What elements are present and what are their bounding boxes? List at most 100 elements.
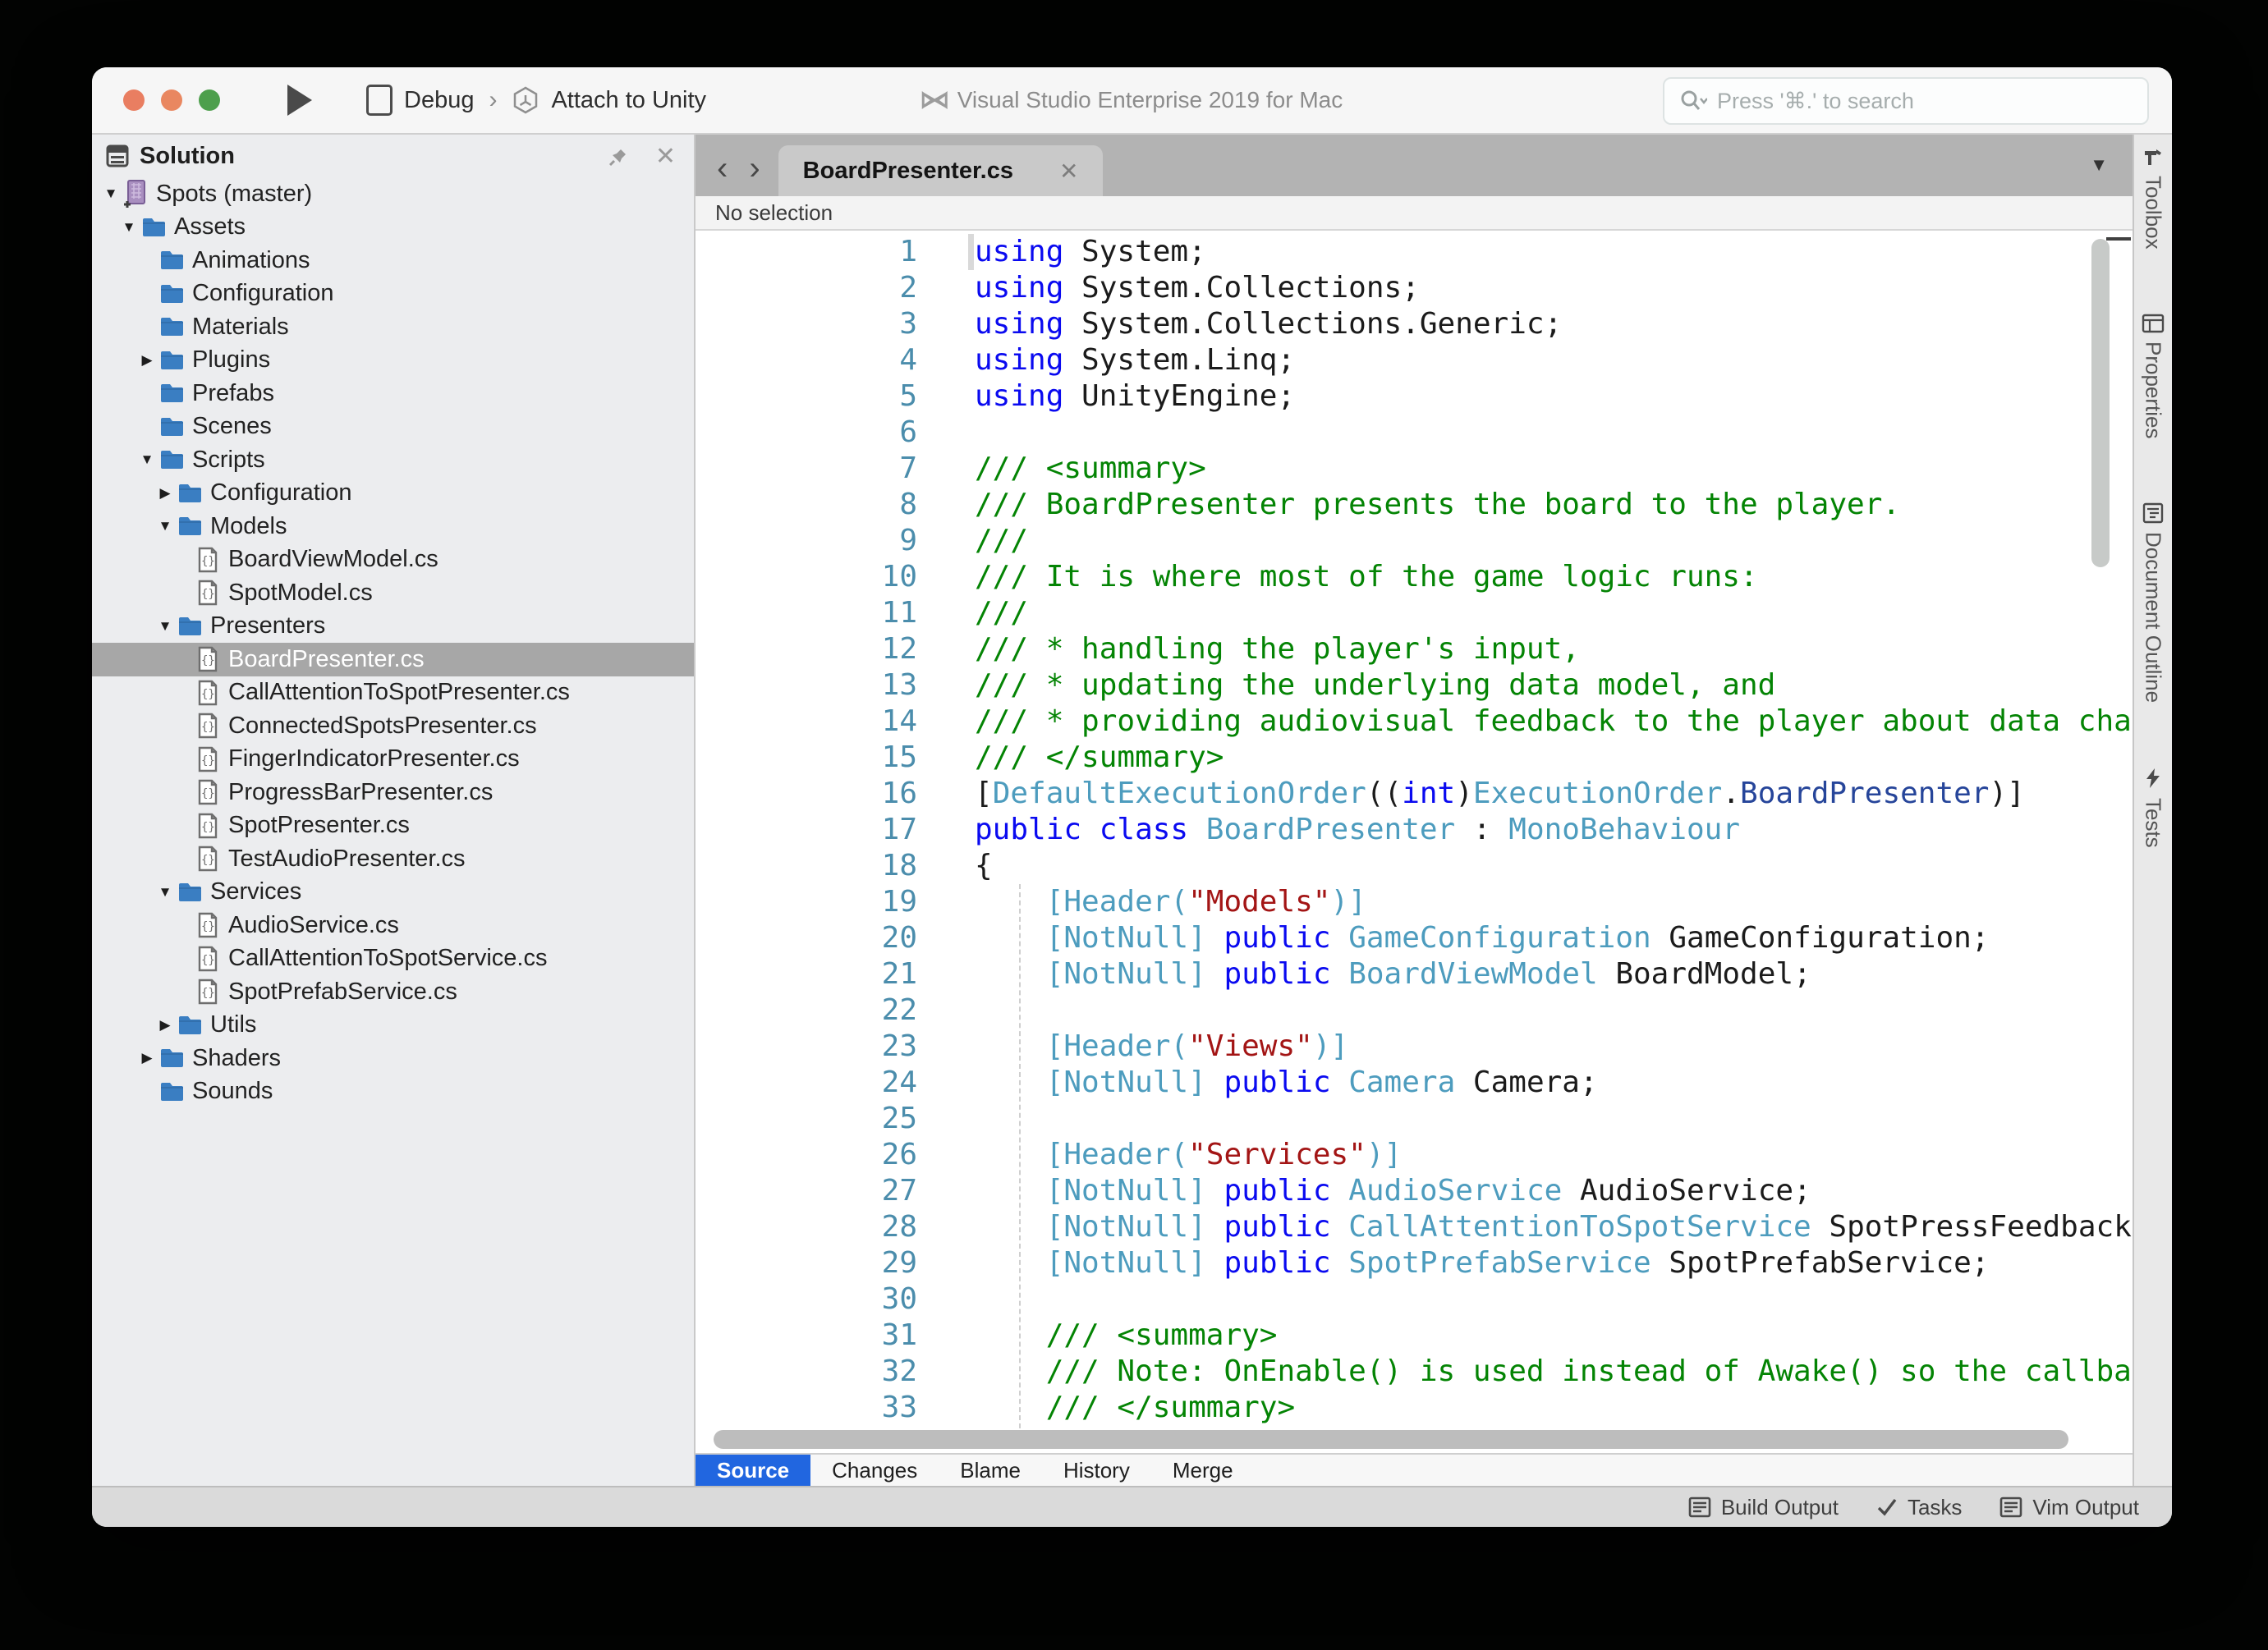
code-line[interactable]: 10/// It is where most of the game logic… [696,559,2133,595]
code-line[interactable]: 23 [Header("Views")] [696,1029,2133,1065]
code-line[interactable]: 17public class BoardPresenter : MonoBeha… [696,812,2133,848]
code-line[interactable]: 3using System.Collections.Generic; [696,306,2133,342]
disclosure-triangle-icon[interactable]: ▼ [136,451,158,468]
code-line[interactable]: 16[DefaultExecutionOrder((int)ExecutionO… [696,776,2133,812]
code-line[interactable]: 5using UnityEngine; [696,378,2133,415]
run-button[interactable] [287,85,312,116]
tree-item-folder[interactable]: Scenes [92,410,694,444]
tree-item-folder[interactable]: ▶Plugins [92,344,694,378]
code-line[interactable]: 1using System; [696,234,2133,270]
tab-merge[interactable]: Merge [1151,1455,1255,1486]
tab-blame[interactable]: Blame [939,1455,1042,1486]
code-line[interactable]: 27 [NotNull] public AudioService AudioSe… [696,1173,2133,1209]
dock-item-toolbox[interactable]: Toolbox [2141,146,2166,250]
tree-item-folder[interactable]: ▼Presenters [92,610,694,644]
disclosure-triangle-icon[interactable]: ▶ [136,352,158,369]
tree-item-folder[interactable]: ▼Spots (master) [92,177,694,211]
code-editor[interactable]: 1using System;2using System.Collections;… [696,231,2133,1428]
code-line[interactable]: 12/// * handling the player's input, [696,631,2133,667]
tree-item-file[interactable]: {}CallAttentionToSpotPresenter.cs [92,676,694,710]
disclosure-triangle-icon[interactable]: ▼ [154,518,176,534]
tree-item-file[interactable]: {}ProgressBarPresenter.cs [92,776,694,809]
close-tab-icon[interactable]: ✕ [1059,158,1078,185]
code-line[interactable]: 14/// * providing audiovisual feedback t… [696,704,2133,740]
run-configuration-selector[interactable]: Debug [404,87,474,114]
navigate-forward-icon[interactable]: › [749,152,760,185]
status-item-tasks[interactable]: Tasks [1876,1495,1962,1520]
vertical-scrollbar[interactable] [2091,239,2110,567]
zoom-window-button[interactable] [199,89,220,111]
code-line[interactable]: 31 /// <summary> [696,1318,2133,1354]
search-input[interactable]: Press '⌘.' to search [1663,77,2149,125]
disclosure-triangle-icon[interactable]: ▶ [136,1050,158,1066]
tree-item-file[interactable]: {}SpotPresenter.cs [92,809,694,843]
code-line[interactable]: 28 [NotNull] public CallAttentionToSpotS… [696,1209,2133,1245]
status-item-build-output[interactable]: Build Output [1688,1495,1839,1520]
code-line[interactable]: 33 /// </summary> [696,1390,2133,1426]
tree-item-file[interactable]: {}BoardPresenter.cs [92,643,694,676]
code-line[interactable]: 9/// [696,523,2133,559]
code-line[interactable]: 8/// BoardPresenter presents the board t… [696,487,2133,523]
dock-item-document-outline[interactable]: Document Outline [2141,502,2166,703]
disclosure-triangle-icon[interactable]: ▶ [154,485,176,502]
code-line[interactable]: 4using System.Linq; [696,342,2133,378]
status-item-vim-output[interactable]: Vim Output [1999,1495,2139,1520]
tree-item-file[interactable]: {}SpotPrefabService.cs [92,975,694,1009]
tree-item-folder[interactable]: ▶Utils [92,1009,694,1043]
close-pad-icon[interactable]: ✕ [655,142,676,171]
tree-item-folder[interactable]: Materials [92,310,694,344]
minimize-window-button[interactable] [161,89,182,111]
code-line[interactable]: 30 [696,1281,2133,1318]
editor-tab[interactable]: BoardPresenter.cs ✕ [778,145,1104,196]
tree-item-folder[interactable]: Sounds [92,1075,694,1109]
tree-item-folder[interactable]: ▼Scripts [92,443,694,477]
disclosure-triangle-icon[interactable]: ▼ [154,884,176,901]
code-line[interactable]: 29 [NotNull] public SpotPrefabService Sp… [696,1245,2133,1281]
code-line[interactable]: 6 [696,415,2133,451]
code-line[interactable]: 2using System.Collections; [696,270,2133,306]
horizontal-scrollbar[interactable] [714,1430,2068,1449]
code-line[interactable]: 20 [NotNull] public GameConfiguration Ga… [696,920,2133,956]
tab-history[interactable]: History [1042,1455,1151,1486]
tree-item-folder[interactable]: Animations [92,244,694,277]
tab-list-dropdown-icon[interactable]: ▼ [2090,154,2108,176]
tree-item-file[interactable]: {}TestAudioPresenter.cs [92,842,694,876]
code-line[interactable]: 19 [Header("Models")] [696,884,2133,920]
tree-item-folder[interactable]: Prefabs [92,377,694,410]
code-line[interactable]: 24 [NotNull] public Camera Camera; [696,1065,2133,1101]
tree-item-file[interactable]: {}CallAttentionToSpotService.cs [92,942,694,976]
run-target-selector[interactable]: Attach to Unity [551,87,706,114]
disclosure-triangle-icon[interactable]: ▶ [154,1017,176,1034]
tree-item-file[interactable]: {}SpotModel.cs [92,576,694,610]
tree-item-file[interactable]: {}AudioService.cs [92,909,694,942]
navigate-back-icon[interactable]: ‹ [717,152,728,185]
code-line[interactable]: 21 [NotNull] public BoardViewModel Board… [696,956,2133,992]
code-line[interactable]: 7/// <summary> [696,451,2133,487]
code-line[interactable]: 18{ [696,848,2133,884]
disclosure-triangle-icon[interactable]: ▼ [118,219,140,236]
disclosure-triangle-icon[interactable]: ▼ [154,618,176,635]
code-line[interactable]: 32 /// Note: OnEnable() is used instead … [696,1354,2133,1390]
code-line[interactable]: 11/// [696,595,2133,631]
tab-changes[interactable]: Changes [810,1455,939,1486]
code-line[interactable]: 13/// * updating the underlying data mod… [696,667,2133,704]
code-line[interactable]: 26 [Header("Services")] [696,1137,2133,1173]
tree-item-folder[interactable]: ▼Models [92,510,694,543]
tree-item-folder[interactable]: ▶Shaders [92,1042,694,1075]
tree-item-file[interactable]: {}ConnectedSpotsPresenter.cs [92,709,694,743]
tree-item-folder[interactable]: ▶Configuration [92,477,694,511]
tree-item-folder[interactable]: ▼Services [92,876,694,910]
tree-item-folder[interactable]: Configuration [92,277,694,311]
dock-item-tests[interactable]: Tests [2141,767,2166,848]
close-window-button[interactable] [123,89,145,111]
pin-pad-icon[interactable] [608,144,631,167]
tab-source[interactable]: Source [696,1455,810,1486]
tree-item-file[interactable]: {}FingerIndicatorPresenter.cs [92,743,694,777]
code-line[interactable]: 25 [696,1101,2133,1137]
dock-item-properties[interactable]: Properties [2141,314,2166,439]
code-line[interactable]: 22 [696,992,2133,1029]
code-line[interactable]: 15/// </summary> [696,740,2133,776]
tree-item-file[interactable]: {}BoardViewModel.cs [92,543,694,577]
tree-item-folder[interactable]: ▼Assets [92,211,694,245]
disclosure-triangle-icon[interactable]: ▼ [100,186,122,202]
